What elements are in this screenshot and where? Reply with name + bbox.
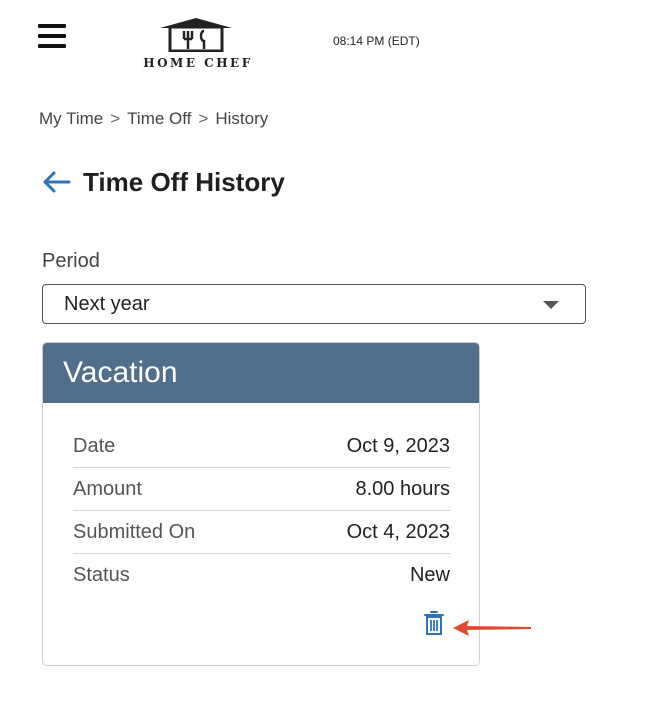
page-title: Time Off History: [83, 166, 285, 197]
period-selected-value: Next year: [64, 292, 150, 315]
logo-icon: [160, 18, 232, 52]
card-details: Date Oct 9, 2023 Amount 8.00 hours Submi…: [73, 425, 450, 596]
detail-label: Status: [73, 563, 130, 586]
delete-button[interactable]: [423, 610, 445, 636]
breadcrumb-time-off[interactable]: Time Off: [127, 109, 191, 128]
breadcrumb-my-time[interactable]: My Time: [39, 109, 103, 128]
trash-icon: [424, 611, 444, 635]
logo-text: HOME CHEF: [143, 56, 253, 70]
back-button[interactable]: [41, 170, 71, 194]
back-arrow-icon: [43, 171, 71, 193]
breadcrumb-history: History: [215, 109, 269, 128]
period-label: Period: [42, 250, 100, 272]
breadcrumb-separator: >: [198, 109, 209, 128]
detail-row-status: Status New: [73, 554, 450, 596]
detail-value: 8.00 hours: [355, 477, 450, 500]
menu-icon-bar: [38, 34, 66, 38]
detail-row-amount: Amount 8.00 hours: [73, 468, 450, 511]
breadcrumb-separator: >: [110, 109, 121, 128]
menu-icon-bar: [38, 24, 66, 28]
detail-label: Date: [73, 434, 116, 457]
breadcrumb: My Time > Time Off > History: [39, 109, 268, 129]
time-off-type: Vacation: [63, 356, 178, 389]
period-select[interactable]: Next year: [42, 284, 586, 324]
chevron-down-icon: [543, 301, 559, 309]
detail-row-date: Date Oct 9, 2023: [73, 425, 450, 468]
time-off-card: Vacation Date Oct 9, 2023 Amount 8.00 ho…: [42, 342, 480, 666]
detail-label: Amount: [73, 477, 142, 500]
clock: 08:14 PM (EDT): [333, 34, 420, 48]
home-chef-logo: HOME CHEF: [110, 14, 286, 72]
menu-icon-bar: [38, 44, 66, 48]
detail-value: Oct 9, 2023: [346, 434, 450, 457]
status-value: New: [409, 563, 450, 586]
page-header: Time Off History: [41, 164, 285, 200]
detail-value: Oct 4, 2023: [346, 520, 450, 543]
detail-label: Submitted On: [73, 520, 196, 543]
menu-button[interactable]: [38, 24, 66, 50]
detail-row-submitted-on: Submitted On Oct 4, 2023: [73, 511, 450, 554]
annotation-arrow-icon: [453, 620, 531, 636]
card-header: Vacation: [43, 343, 479, 403]
